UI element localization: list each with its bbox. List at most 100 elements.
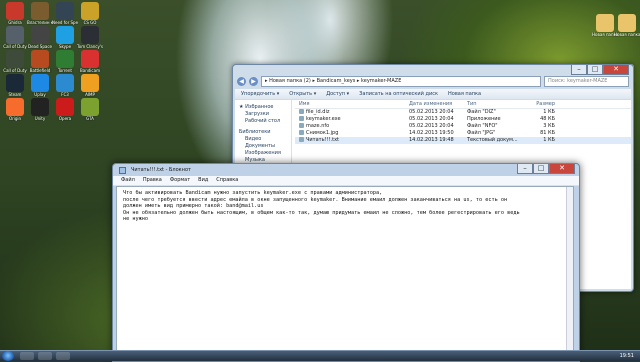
desktop-icon[interactable]: Skype xyxy=(52,26,78,49)
close-icon[interactable]: ✕ xyxy=(549,164,575,174)
nav-item-libraries[interactable]: Библиотеки xyxy=(235,129,291,136)
column-name-header[interactable]: Имя xyxy=(295,100,409,108)
vertical-scrollbar[interactable] xyxy=(566,187,573,358)
desktop-icon-label: CS GO xyxy=(83,20,97,25)
notepad-editor[interactable]: Что бы активировать Bandicam нужно запус… xyxy=(116,186,574,359)
file-row[interactable]: file_id.diz 05.02.2013 20:04 Файл "DIZ" 1 К… xyxy=(295,109,631,116)
open-button[interactable]: Открыть ▾ xyxy=(289,89,316,99)
nav-item-favorites[interactable]: ★ Избранное xyxy=(235,104,291,111)
maximize-icon[interactable]: □ xyxy=(587,65,603,75)
desktop-icon[interactable]: Call of Duty xyxy=(2,26,28,49)
desktop-icon[interactable]: CS GO xyxy=(77,2,103,25)
desktop-icon[interactable]: Bandicam xyxy=(77,50,103,73)
desktop-icon[interactable]: Steam xyxy=(2,74,28,97)
file-name: Читать!!!.txt xyxy=(295,137,409,144)
file-icon xyxy=(299,137,304,142)
taskbar-item-explorer[interactable] xyxy=(20,352,34,360)
menu-help[interactable]: Справка xyxy=(216,176,238,185)
maximize-icon[interactable]: □ xyxy=(533,164,549,174)
taskbar-item-notepad[interactable] xyxy=(38,352,52,360)
app-icon xyxy=(81,26,99,44)
file-row[interactable]: maze.nfo 05.02.2013 20:04 Файл "NFO" 3 КБ xyxy=(295,123,631,130)
taskbar-item-browser[interactable] xyxy=(56,352,70,360)
nav-item-images[interactable]: Изображения xyxy=(235,150,291,157)
share-button[interactable]: Доступ ▾ xyxy=(326,89,349,99)
column-size-header[interactable]: Размер xyxy=(525,100,555,108)
file-size: 1 КБ xyxy=(543,109,555,115)
desktop-icon[interactable]: Властелин колец xyxy=(27,2,53,25)
file-name: maze.nfo xyxy=(295,123,409,130)
desktop-icon-label: Dead Space xyxy=(28,44,52,49)
desktop-icon[interactable]: Battlefield xyxy=(27,50,53,73)
app-icon xyxy=(31,98,49,116)
file-name: file_id.diz xyxy=(295,109,409,116)
file-date: 05.02.2013 20:04 xyxy=(409,116,454,122)
file-list-header: Имя Дата изменения Тип Размер xyxy=(295,100,631,109)
app-icon xyxy=(6,26,24,44)
app-icon xyxy=(81,98,99,116)
desktop-icon-label: Call of Duty xyxy=(3,68,27,73)
file-icon xyxy=(299,116,304,121)
column-type-header[interactable]: Тип xyxy=(467,100,525,108)
nav-item-downloads[interactable]: Загрузки xyxy=(235,111,291,118)
desktop-icon[interactable]: AIMP xyxy=(77,74,103,97)
nav-item-video[interactable]: Видео xyxy=(235,136,291,143)
nav-item-desktop[interactable]: Рабочий стол xyxy=(235,118,291,125)
minimize-icon[interactable]: – xyxy=(571,65,587,75)
minimize-icon[interactable]: – xyxy=(517,164,533,174)
menu-edit[interactable]: Правка xyxy=(143,176,162,185)
column-date-header[interactable]: Дата изменения xyxy=(409,100,467,108)
notepad-icon xyxy=(119,167,126,174)
file-size: 81 КБ xyxy=(540,130,555,136)
file-date: 05.02.2013 20:04 xyxy=(409,123,454,129)
desktop-icon[interactable]: Opera xyxy=(52,98,78,121)
file-row[interactable]: Читать!!!.txt 14.02.2013 19:48 Текстовый д… xyxy=(295,137,631,144)
app-icon xyxy=(56,74,74,92)
file-name-text: maze.nfo xyxy=(306,123,330,129)
desktop-icon[interactable]: Tom Clancy's xyxy=(77,26,103,49)
desktop-icon[interactable]: Torrent xyxy=(52,50,78,73)
explorer-address-row: ◀ ▶ ▸ Новая папка (2) ▸ Bandicam_keys ▸ … xyxy=(237,76,629,87)
back-icon[interactable]: ◀ xyxy=(237,77,246,86)
file-row[interactable]: keymaker.exe 05.02.2013 20:04 Приложение 48… xyxy=(295,116,631,123)
burn-button[interactable]: Записать на оптический диск xyxy=(359,89,438,99)
notepad-titlebar[interactable]: Читать!!!.txt - Блокнот xyxy=(113,164,579,176)
desktop-icon[interactable]: Call of Duty xyxy=(2,50,28,73)
address-bar[interactable]: ▸ Новая папка (2) ▸ Bandicam_keys ▸ keym… xyxy=(261,76,541,87)
organize-button[interactable]: Упорядочить ▾ xyxy=(241,89,279,99)
app-icon xyxy=(31,2,49,20)
app-icon xyxy=(56,98,74,116)
desktop-icon-label: Origin xyxy=(8,116,22,121)
desktop-icon[interactable]: Origin xyxy=(2,98,28,121)
notepad-window[interactable]: Читать!!!.txt - Блокнот – □ ✕ Файл Правк… xyxy=(112,163,580,362)
app-icon xyxy=(31,50,49,68)
new-folder-button[interactable]: Новая папка xyxy=(448,89,481,99)
menu-view[interactable]: Вид xyxy=(198,176,208,185)
desktop-icon[interactable]: FC3 xyxy=(52,74,78,97)
search-input[interactable]: Поиск: keymaker-MAZE xyxy=(544,76,629,87)
file-size: 1 КБ xyxy=(543,137,555,143)
desktop-icon-label: Uplay xyxy=(34,92,46,97)
menu-file[interactable]: Файл xyxy=(121,176,135,185)
close-icon[interactable]: ✕ xyxy=(603,65,629,75)
app-icon xyxy=(56,50,74,68)
desktop-icon[interactable]: Uplay xyxy=(27,74,53,97)
desktop-icon[interactable]: Unity xyxy=(27,98,53,121)
file-icon xyxy=(299,109,304,114)
desktop-icon-label: GTA xyxy=(86,116,94,121)
desktop-icon[interactable]: Need for Speed xyxy=(52,2,78,25)
file-list: Имя Дата изменения Тип Размер file_id.di… xyxy=(295,100,631,144)
file-row[interactable]: Снимок1.jpg 14.02.2013 19:50 Файл "JPG" 81 … xyxy=(295,130,631,137)
desktop-icon[interactable]: Новая папка (2) xyxy=(614,14,640,37)
notepad-menubar: Файл Правка Формат Вид Справка xyxy=(113,176,579,186)
desktop-icon-label: FC3 xyxy=(61,92,69,97)
desktop-icon[interactable]: Dead Space xyxy=(27,26,53,49)
forward-icon[interactable]: ▶ xyxy=(249,77,258,86)
nav-item-documents[interactable]: Документы xyxy=(235,143,291,150)
menu-format[interactable]: Формат xyxy=(170,176,190,185)
notepad-text[interactable]: Что бы активировать Bandicam нужно запус… xyxy=(117,187,573,226)
file-size: 48 КБ xyxy=(540,116,555,122)
notepad-window-controls: – □ ✕ xyxy=(517,164,575,174)
desktop-icon[interactable]: GTA xyxy=(77,98,103,121)
desktop-icon[interactable]: Ghidra xyxy=(2,2,28,25)
